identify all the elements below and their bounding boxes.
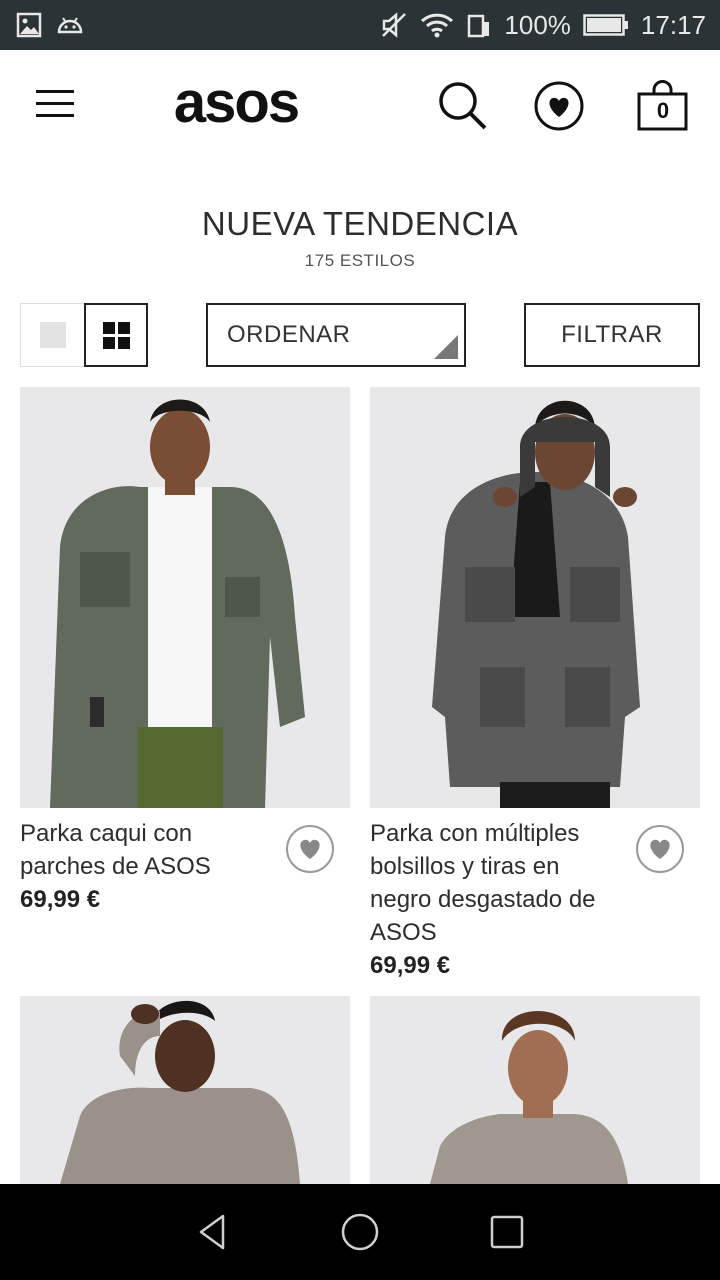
menu-button[interactable] bbox=[36, 90, 76, 120]
product-image[interactable] bbox=[370, 387, 700, 808]
asos-logo[interactable]: asos bbox=[156, 78, 316, 132]
product-card[interactable]: Parka con múltiples bolsillos y tiras en… bbox=[370, 387, 700, 979]
view-toggle bbox=[20, 303, 148, 367]
home-button[interactable] bbox=[330, 1202, 390, 1262]
saved-items-button[interactable] bbox=[533, 80, 585, 132]
heart-icon bbox=[300, 839, 320, 859]
product-price: 69,99 € bbox=[20, 886, 101, 913]
product-image[interactable] bbox=[20, 387, 350, 808]
recents-button[interactable] bbox=[477, 1202, 537, 1262]
single-view-button[interactable] bbox=[20, 303, 84, 367]
heart-icon bbox=[534, 81, 584, 131]
mute-icon bbox=[380, 11, 408, 39]
image-notification-icon bbox=[16, 12, 42, 38]
product-price: 69,99 € bbox=[370, 952, 451, 979]
clock: 17:17 bbox=[640, 9, 706, 40]
navigation-bar bbox=[0, 1184, 720, 1280]
single-view-icon bbox=[39, 322, 66, 348]
product-card[interactable] bbox=[370, 996, 700, 1184]
dropdown-corner-icon bbox=[434, 335, 458, 359]
recents-icon bbox=[490, 1215, 523, 1249]
product-image[interactable] bbox=[20, 996, 350, 1184]
bag-count: 0 bbox=[656, 98, 670, 123]
product-image[interactable] bbox=[370, 996, 700, 1184]
style-count: 175 ESTILOS bbox=[304, 251, 416, 270]
grid-view-button[interactable] bbox=[84, 303, 148, 367]
product-info[interactable]: Parka caqui con parches de ASOS 69,99 € bbox=[20, 817, 270, 916]
back-button[interactable] bbox=[183, 1202, 243, 1262]
save-for-later-button[interactable] bbox=[286, 825, 334, 873]
battery-percent: 100% bbox=[504, 9, 571, 40]
product-card[interactable] bbox=[20, 996, 350, 1184]
sort-dropdown[interactable]: ORDENAR bbox=[206, 303, 466, 367]
product-name: Parka caqui con parches de ASOS bbox=[20, 820, 211, 880]
page-title: NUEVA TENDENCIA bbox=[201, 205, 519, 242]
product-card[interactable]: Parka caqui con parches de ASOS 69,99 € bbox=[20, 387, 350, 913]
sort-label: ORDENAR bbox=[227, 321, 351, 348]
listing-heading: NUEVA TENDENCIA 175 ESTILOS bbox=[0, 205, 720, 271]
android-notification-icon bbox=[56, 15, 84, 35]
filter-button[interactable]: FILTRAR bbox=[524, 303, 700, 367]
bag-button[interactable]: 0 bbox=[636, 80, 690, 132]
status-bar: 100% 17:17 bbox=[0, 0, 720, 50]
logo-text: asos bbox=[174, 78, 298, 132]
home-icon bbox=[341, 1213, 379, 1251]
save-for-later-button[interactable] bbox=[636, 825, 684, 873]
back-icon bbox=[200, 1214, 225, 1250]
product-name: Parka con múltiples bolsillos y tiras en… bbox=[370, 820, 596, 946]
search-button[interactable] bbox=[437, 80, 489, 132]
search-icon bbox=[439, 82, 487, 130]
wifi-icon bbox=[420, 12, 454, 38]
product-info[interactable]: Parka con múltiples bolsillos y tiras en… bbox=[370, 817, 620, 982]
grid-view-icon bbox=[102, 321, 130, 349]
menu-icon bbox=[36, 90, 74, 93]
battery-icon bbox=[583, 13, 629, 37]
app-header: asos 0 bbox=[0, 50, 720, 160]
data-transfer-icon bbox=[466, 12, 492, 38]
heart-icon bbox=[650, 839, 670, 859]
